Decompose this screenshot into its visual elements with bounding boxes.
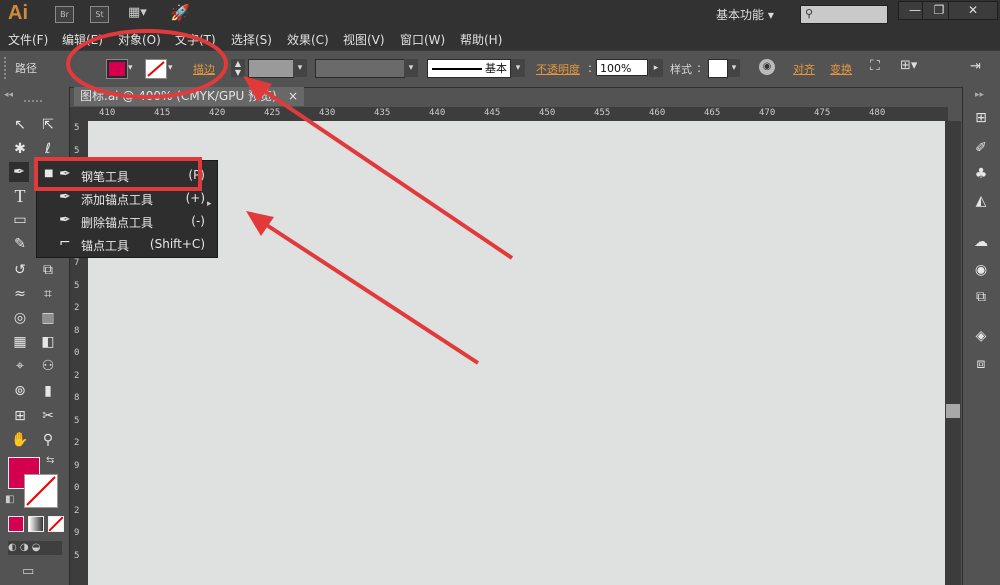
annotation-arrow-line-1: [258, 86, 514, 260]
annotation-arrowhead-2: [246, 211, 274, 236]
annotation-overlay: [66, 29, 514, 365]
annotation-arrow-line-2: [260, 220, 480, 365]
annotation-arrowhead-1: [243, 76, 272, 102]
annotation-ellipse: [66, 29, 228, 99]
